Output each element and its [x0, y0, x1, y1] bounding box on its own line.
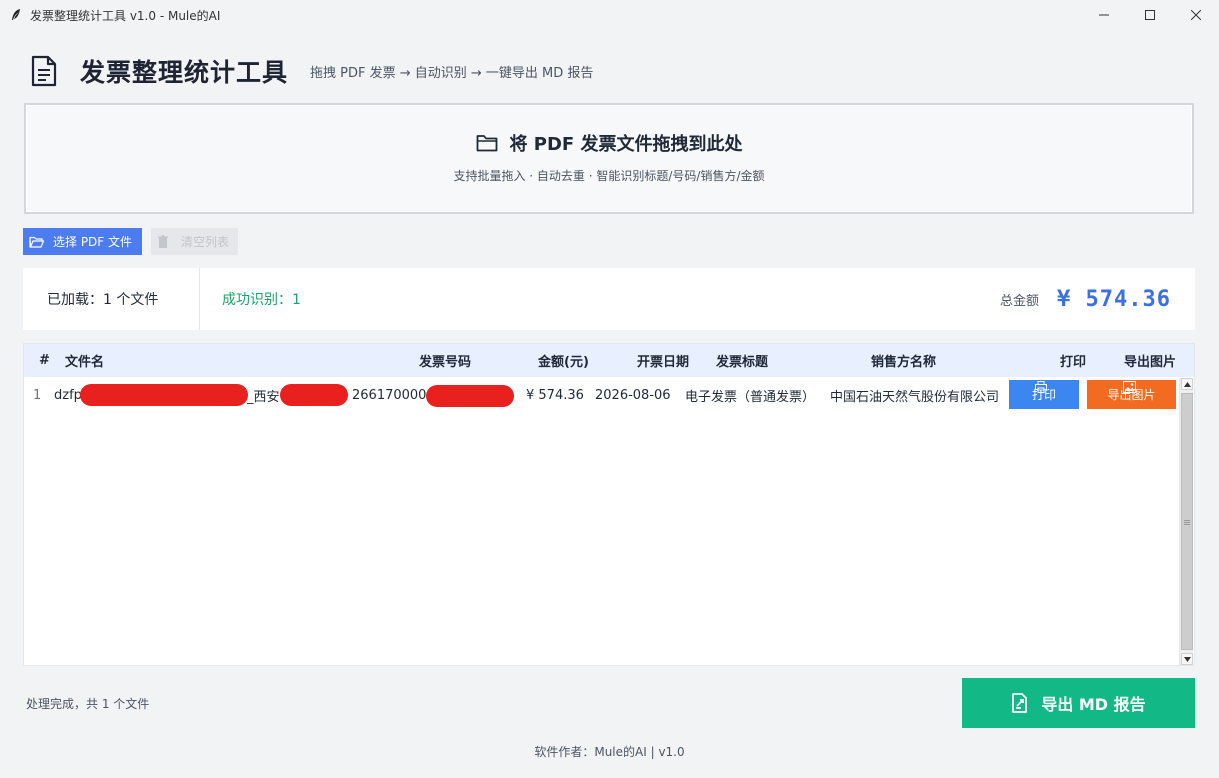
row-amount: ¥ 574.36	[526, 387, 584, 403]
app-header: 发票整理统计工具 拖拽 PDF 发票 → 自动识别 → 一键导出 MD 报告	[24, 48, 593, 94]
col-header-index: #	[39, 353, 50, 368]
row-filename-prefix: dzfp	[54, 387, 82, 403]
feather-icon	[9, 8, 23, 22]
row-filename-mid: _西安	[247, 389, 280, 405]
stats-divider	[199, 268, 200, 330]
scroll-down-arrow-icon[interactable]	[1181, 653, 1193, 665]
total-amount-value: ¥ 574.36	[1057, 286, 1171, 312]
grip-line	[1184, 524, 1190, 525]
page-subtitle: 拖拽 PDF 发票 → 自动识别 → 一键导出 MD 报告	[310, 65, 594, 81]
folder-open-icon	[29, 235, 45, 249]
clear-list-label: 清空列表	[181, 235, 230, 249]
loaded-count: 已加载：1 个文件	[47, 292, 159, 308]
table-row[interactable]: 1 dzfp _西安 266170000 ¥ 574.36 2026-08-06…	[24, 378, 1179, 412]
row-index: 1	[33, 387, 42, 403]
row-number-prefix: 266170000	[352, 387, 427, 403]
document-icon	[24, 51, 64, 91]
redaction-mark	[280, 384, 348, 406]
drop-zone-title: 将 PDF 发票文件拖拽到此处	[509, 134, 743, 155]
folder-icon	[476, 133, 498, 153]
redaction-mark	[426, 385, 514, 407]
col-header-print: 打印	[1060, 355, 1087, 370]
scrollbar-thumb[interactable]	[1181, 393, 1193, 650]
table-header: # 文件名 发票号码 金额(元) 开票日期 发票标题 销售方名称 打印 导出图片	[24, 344, 1194, 377]
minimize-button[interactable]	[1081, 0, 1127, 30]
grip-line	[1184, 522, 1190, 523]
col-header-export: 导出图片	[1124, 355, 1177, 370]
print-button[interactable]: 打印	[1009, 380, 1079, 409]
col-header-amount: 金额(元)	[538, 355, 589, 370]
scroll-up-arrow-icon[interactable]	[1181, 378, 1193, 390]
col-header-date: 开票日期	[637, 355, 690, 370]
select-pdf-button[interactable]: 选择 PDF 文件	[23, 228, 142, 255]
print-label: 打印	[1031, 388, 1056, 402]
export-image-button[interactable]: 导出图片	[1087, 380, 1176, 409]
row-seller: 中国石油天然气股份有限公司	[830, 389, 1000, 405]
title-bar: 发票整理统计工具 v1.0 - Mule的AI	[0, 0, 1219, 30]
invoice-table: # 文件名 发票号码 金额(元) 开票日期 发票标题 销售方名称 打印 导出图片…	[23, 343, 1195, 666]
window-title: 发票整理统计工具 v1.0 - Mule的AI	[30, 8, 221, 23]
export-md-report-button[interactable]: 导出 MD 报告	[962, 678, 1195, 728]
col-header-filename: 文件名	[65, 355, 105, 370]
redaction-mark	[80, 384, 248, 406]
window-controls	[1081, 0, 1219, 30]
col-header-seller: 销售方名称	[871, 355, 937, 370]
col-header-invoice-title: 发票标题	[716, 355, 769, 370]
page-title: 发票整理统计工具	[80, 58, 289, 87]
export-image-label: 导出图片	[1107, 388, 1156, 402]
total-amount-label: 总金额	[999, 293, 1039, 309]
drop-zone-subtitle: 支持批量拖入 · 自动去重 · 智能识别标题/号码/销售方/金额	[453, 169, 765, 183]
grip-line	[1184, 520, 1190, 521]
export-document-icon	[1011, 693, 1031, 713]
maximize-button[interactable]	[1127, 0, 1173, 30]
drop-zone-title-row: 将 PDF 发票文件拖拽到此处	[26, 130, 1192, 156]
clear-list-button[interactable]: 清空列表	[151, 228, 238, 255]
row-invoice-title: 电子发票（普通发票）	[685, 389, 816, 405]
trash-icon	[157, 234, 171, 249]
success-count: 成功识别：1	[222, 292, 301, 308]
row-date: 2026-08-06	[595, 387, 671, 403]
stats-panel: 已加载：1 个文件 成功识别：1 总金额 ¥ 574.36	[23, 268, 1195, 330]
close-button[interactable]	[1173, 0, 1219, 30]
export-md-label: 导出 MD 报告	[1041, 695, 1146, 714]
pdf-drop-zone[interactable]: 将 PDF 发票文件拖拽到此处 支持批量拖入 · 自动去重 · 智能识别标题/号…	[24, 103, 1194, 214]
col-header-number: 发票号码	[419, 355, 472, 370]
status-text: 处理完成，共 1 个文件	[26, 697, 150, 711]
select-pdf-label: 选择 PDF 文件	[53, 235, 133, 249]
footer-credit: 软件作者：Mule的AI | v1.0	[534, 745, 685, 759]
vertical-scrollbar[interactable]	[1179, 378, 1193, 665]
